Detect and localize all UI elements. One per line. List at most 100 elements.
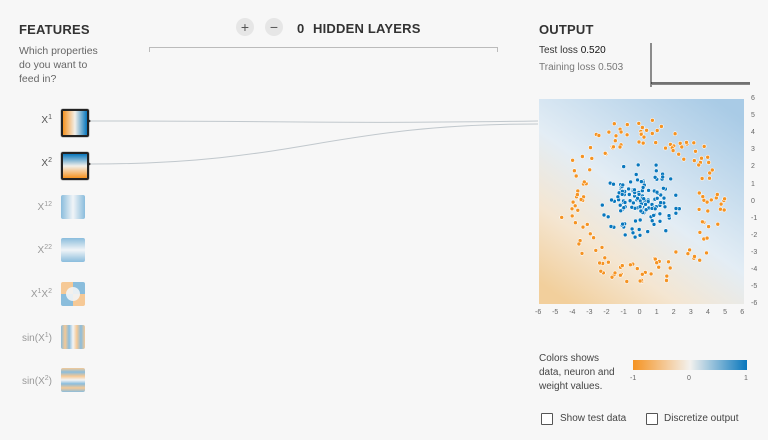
orange-data-point: [624, 132, 630, 138]
orange-data-point: [705, 154, 710, 160]
orange-data-point: [587, 231, 593, 237]
y-tick-label: -6: [751, 300, 758, 308]
blue-data-point: [657, 211, 663, 217]
orange-data-point: [654, 128, 660, 133]
orange-data-point: [612, 121, 617, 127]
orange-data-point: [710, 167, 715, 173]
orange-data-point: [569, 213, 575, 219]
orange-data-point: [640, 272, 645, 277]
colors-explanation-line: weight values.: [539, 381, 603, 392]
orange-data-point: [650, 131, 655, 136]
orange-data-point: [663, 145, 668, 151]
color-scale-bar: [633, 360, 747, 370]
blue-data-point: [617, 202, 623, 208]
blue-data-point: [673, 192, 679, 198]
blue-data-point: [654, 189, 660, 195]
blue-data-point: [621, 205, 627, 210]
blue-data-point: [599, 202, 605, 208]
blue-data-point: [631, 200, 636, 206]
blue-data-point: [661, 186, 666, 191]
orange-data-point: [692, 254, 697, 259]
blue-data-point: [620, 182, 626, 188]
orange-data-point: [691, 140, 697, 146]
y-tick-label: -3: [751, 248, 758, 256]
x-tick-label: -1: [620, 309, 627, 316]
test-loss: Test loss 0.520: [539, 45, 606, 56]
orange-data-point: [576, 241, 582, 247]
orange-data-point: [606, 259, 611, 265]
y-tick-label: -2: [751, 231, 758, 239]
blue-data-point: [637, 204, 643, 209]
y-tick-label: -4: [751, 266, 758, 273]
y-tick-label: -1: [751, 214, 758, 222]
orange-data-point: [575, 192, 580, 197]
orange-data-point: [570, 157, 575, 163]
test-loss-label: Test loss: [539, 45, 578, 56]
blue-data-point: [636, 192, 642, 197]
blue-data-point: [622, 232, 628, 238]
x-tick-label: 6: [740, 309, 745, 316]
remove-layer-button[interactable]: −: [265, 18, 283, 36]
orange-data-point: [666, 259, 671, 265]
blue-data-point: [673, 210, 679, 216]
y-tick-label: 1: [751, 180, 755, 188]
test-loss-value: 0.520: [580, 45, 606, 56]
blue-data-point: [622, 200, 628, 205]
show-test-data-label[interactable]: Show test data: [560, 413, 626, 424]
hidden-layers-bracket: [149, 47, 498, 52]
y-tick-label: 3: [751, 146, 755, 154]
orange-data-point: [692, 158, 697, 163]
orange-data-point: [667, 265, 673, 271]
orange-data-point: [681, 156, 687, 162]
orange-data-point: [611, 144, 616, 150]
blue-data-point: [668, 176, 673, 182]
discretize-output-label[interactable]: Discretize output: [664, 413, 738, 424]
x-tick-label: 1: [654, 309, 659, 316]
blue-data-point: [646, 188, 651, 193]
orange-data-point: [613, 138, 618, 144]
blue-data-point: [639, 179, 644, 184]
orange-data-point: [581, 179, 587, 185]
orange-data-point: [656, 264, 661, 270]
orange-data-point: [648, 271, 654, 277]
orange-data-point: [707, 175, 712, 181]
blue-data-point: [609, 197, 614, 203]
blue-data-point: [619, 192, 625, 197]
orange-data-point: [573, 173, 579, 179]
blue-data-point: [605, 214, 611, 220]
blue-data-point: [657, 219, 663, 224]
blue-data-point: [633, 172, 639, 177]
output-x-axis: -6 -5 -4 -3 -2 -1 0 1 2 3 4 5 6: [533, 309, 751, 319]
orange-data-point: [697, 230, 703, 235]
blue-data-point: [652, 206, 658, 212]
blue-data-point: [663, 228, 669, 233]
training-loss-value: 0.503: [598, 62, 624, 73]
orange-data-point: [706, 224, 711, 229]
blue-data-point: [601, 212, 607, 218]
show-test-data-checkbox[interactable]: [541, 413, 553, 425]
orange-data-point: [696, 162, 701, 168]
orange-data-point: [687, 247, 692, 253]
y-tick-label: 0: [751, 197, 755, 205]
orange-data-point: [612, 270, 618, 276]
loss-chart: [650, 43, 750, 87]
orange-data-point: [593, 248, 599, 253]
orange-data-point: [672, 131, 678, 137]
orange-data-point: [701, 144, 707, 149]
orange-data-point: [572, 203, 578, 209]
orange-data-point: [597, 260, 602, 266]
orange-data-point: [559, 215, 565, 220]
orange-data-point: [664, 278, 669, 283]
orange-data-point: [580, 154, 585, 159]
orange-data-point: [718, 206, 723, 212]
orange-data-point: [578, 197, 584, 202]
discretize-output-checkbox[interactable]: [646, 413, 658, 425]
orange-data-point: [579, 251, 585, 256]
blue-data-point: [661, 195, 667, 201]
hidden-layers-count: 0: [297, 21, 305, 36]
add-layer-button[interactable]: +: [236, 18, 254, 36]
blue-data-point: [632, 234, 638, 240]
orange-data-point: [573, 220, 578, 225]
orange-data-point: [609, 274, 615, 280]
orange-data-point: [705, 208, 711, 214]
